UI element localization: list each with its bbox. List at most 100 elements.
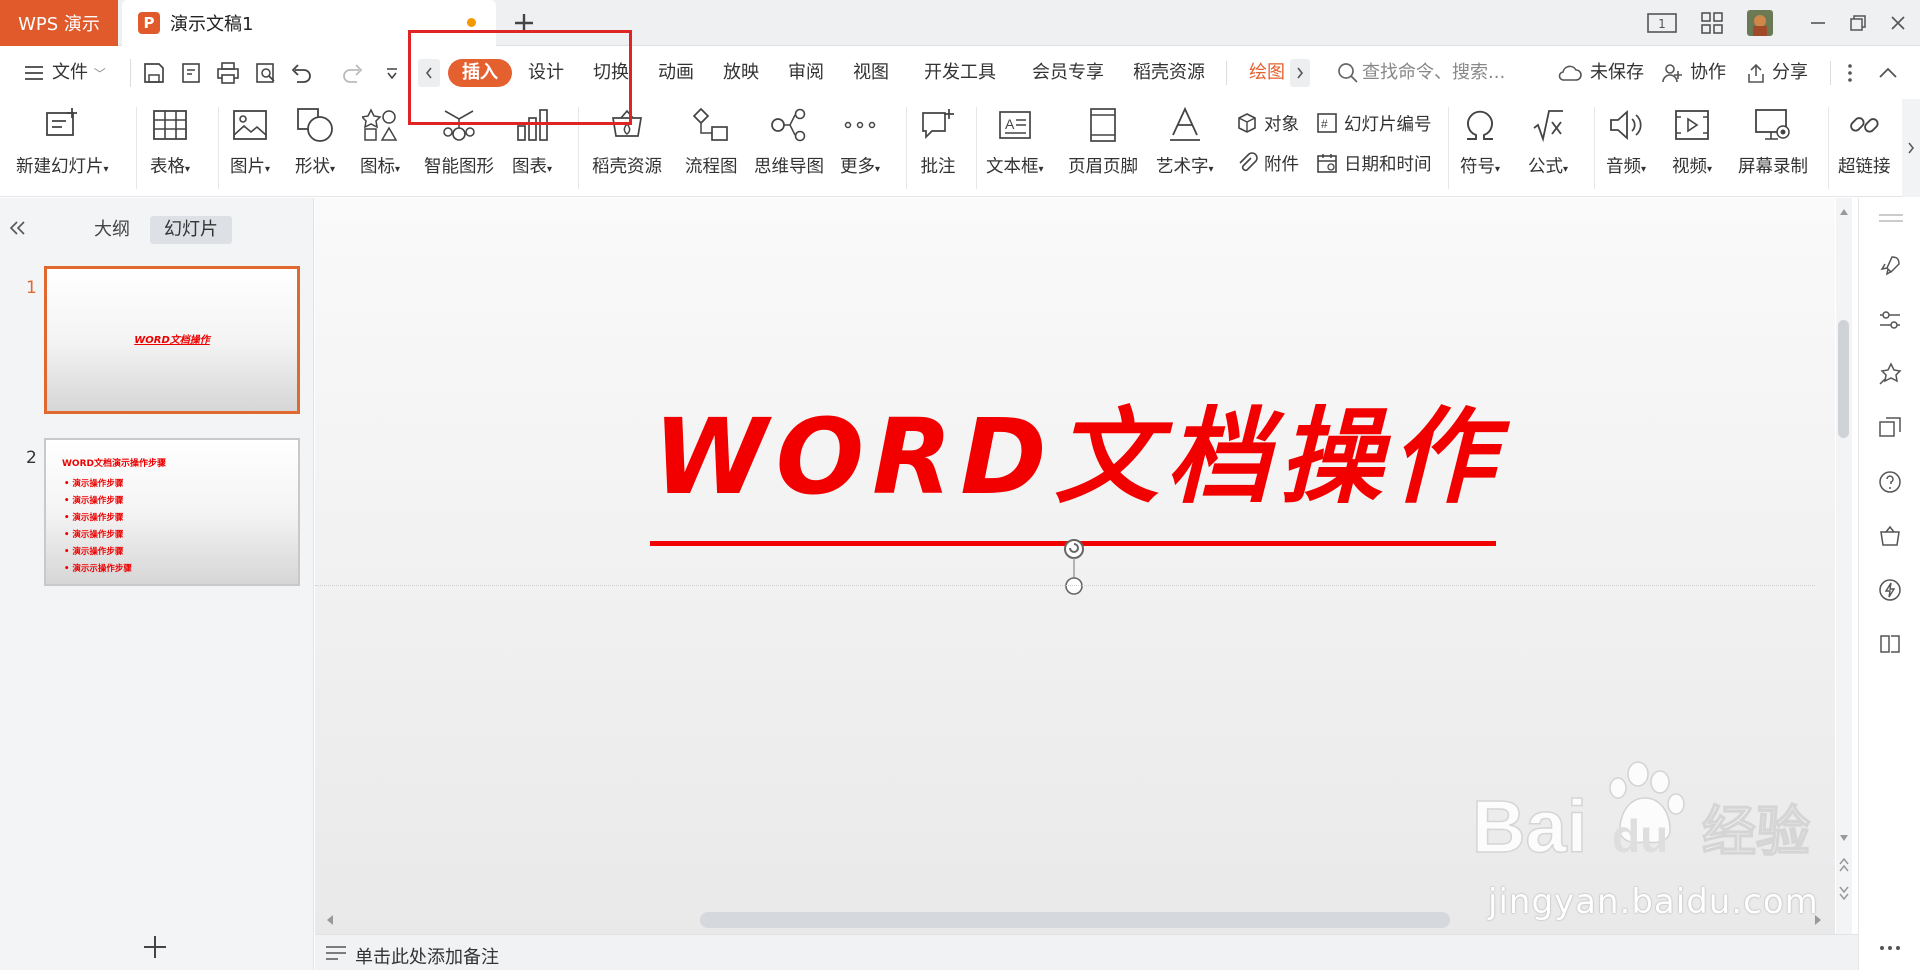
presentation-icon: P	[138, 12, 160, 34]
hamburger-icon[interactable]	[20, 59, 48, 87]
mindmap-icon	[769, 105, 809, 145]
ribbon-scroll-right-icon[interactable]	[1902, 99, 1920, 197]
word-art-button[interactable]: 艺术字▾	[1156, 105, 1214, 178]
right-sidebar	[1858, 198, 1920, 970]
grid-view-icon[interactable]	[1696, 8, 1728, 38]
print-icon[interactable]	[214, 59, 242, 87]
audio-button[interactable]: 音频▾	[1606, 105, 1646, 178]
slide-number-label: 幻灯片编号	[1344, 114, 1432, 135]
tab-review[interactable]: 审阅	[788, 58, 824, 88]
screen-record-label: 屏幕录制	[1738, 157, 1808, 177]
object-label: 对象	[1264, 114, 1299, 135]
collaborate-button[interactable]: 协作	[1690, 58, 1726, 88]
scroll-right-icon[interactable]	[1290, 59, 1310, 87]
slide-thumbnail-2[interactable]: WORD文档演示操作步骤 • 演示操作步骤 • 演示操作步骤 • 演示操作步骤 …	[44, 438, 300, 586]
unsaved-status[interactable]: 未保存	[1590, 58, 1644, 88]
redo-icon[interactable]	[338, 59, 366, 87]
tab-membership[interactable]: 会员专享	[1032, 58, 1104, 88]
docer-store-icon[interactable]	[1876, 522, 1904, 550]
collapse-panel-icon[interactable]	[8, 220, 28, 236]
avatar[interactable]	[1744, 8, 1776, 38]
tab-docer[interactable]: 稻壳资源	[1133, 58, 1205, 88]
screen-record-button[interactable]: 屏幕录制	[1738, 105, 1808, 178]
book-icon[interactable]	[1876, 630, 1904, 658]
close-icon[interactable]	[1882, 8, 1914, 38]
next-slide-icon[interactable]	[1839, 886, 1849, 900]
header-footer-icon	[1083, 105, 1123, 145]
object-button[interactable]: 对象	[1234, 109, 1299, 137]
more-button[interactable]: 更多▾	[840, 105, 880, 178]
tab-view[interactable]: 视图	[853, 58, 889, 88]
slide-thumbnail-1[interactable]: WORD文档操作	[44, 266, 300, 414]
slide-title[interactable]: WORD文档操作	[653, 405, 1503, 509]
file-menu[interactable]: 文件 ﹀	[52, 58, 106, 88]
tab-developer[interactable]: 开发工具	[924, 58, 996, 88]
adjust-icon[interactable]	[1876, 306, 1904, 334]
tab-drawing[interactable]: 绘图	[1249, 58, 1285, 88]
table-button[interactable]: 表格▾	[150, 105, 190, 178]
lightning-icon[interactable]	[1876, 576, 1904, 604]
slide-number-button[interactable]: # 幻灯片编号	[1314, 109, 1432, 137]
symbol-button[interactable]: 符号▾	[1460, 105, 1500, 178]
picture-button[interactable]: 图片▾	[230, 105, 270, 178]
icon-button[interactable]: 图标▾	[360, 105, 400, 178]
formula-icon	[1528, 105, 1568, 145]
collapse-ribbon-icon[interactable]	[1874, 59, 1902, 87]
textbox-icon: A	[995, 105, 1035, 145]
comment-button[interactable]: 批注	[918, 105, 958, 178]
app-tab[interactable]: WPS 演示	[0, 0, 118, 46]
print-preview-icon[interactable]	[252, 59, 280, 87]
formula-button[interactable]: 公式▾	[1528, 105, 1568, 178]
notes-placeholder[interactable]: 单击此处添加备注	[355, 943, 499, 969]
vscroll-up-icon[interactable]	[1839, 208, 1849, 216]
date-time-button[interactable]: 日期和时间	[1314, 149, 1432, 177]
vscroll-down-icon[interactable]	[1839, 834, 1849, 842]
vertical-scrollbar[interactable]	[1836, 198, 1852, 934]
customize-toolbar-icon[interactable]	[378, 59, 406, 87]
add-slide-button[interactable]	[142, 934, 168, 960]
export-pdf-icon[interactable]	[178, 59, 206, 87]
shape-button[interactable]: 形状▾	[295, 105, 335, 178]
tab-animation[interactable]: 动画	[658, 58, 694, 88]
more-options-icon[interactable]	[1836, 59, 1864, 87]
help-icon[interactable]	[1876, 468, 1904, 496]
slide-number: 2	[26, 448, 37, 468]
icon-library-icon	[360, 105, 400, 145]
search-icon[interactable]	[1334, 59, 1362, 87]
picture-label: 图片	[230, 157, 265, 177]
textbox-button[interactable]: A 文本框▾	[986, 105, 1044, 178]
flowchart-button[interactable]: 流程图	[685, 105, 738, 178]
hyperlink-button[interactable]: 超链接	[1838, 105, 1891, 178]
header-footer-button[interactable]: 页眉页脚	[1068, 105, 1138, 178]
restore-icon[interactable]	[1842, 8, 1874, 38]
tab-outline[interactable]: 大纲	[82, 216, 142, 244]
search-input[interactable]: 查找命令、搜索...	[1362, 58, 1505, 88]
more-icon	[840, 105, 880, 145]
transition-icon[interactable]	[1876, 414, 1904, 442]
view-mode-icon[interactable]: 1	[1646, 8, 1678, 38]
collaborate-icon	[1658, 59, 1686, 87]
tab-slides[interactable]: 幻灯片	[150, 216, 232, 244]
undo-icon[interactable]	[288, 59, 316, 87]
more-label: 更多	[840, 157, 875, 177]
save-icon[interactable]	[140, 59, 168, 87]
horizontal-scroll-thumb[interactable]	[700, 912, 1450, 928]
attachment-button[interactable]: 附件	[1234, 149, 1299, 177]
new-slide-button[interactable]: 新建幻灯片▾	[16, 105, 109, 178]
animation-star-icon[interactable]	[1876, 360, 1904, 388]
sidebar-more-icon[interactable]	[1876, 934, 1904, 962]
mindmap-button[interactable]: 思维导图	[754, 105, 824, 178]
tab-slideshow[interactable]: 放映	[723, 58, 759, 88]
video-button[interactable]: 视频▾	[1672, 105, 1712, 178]
rocket-icon[interactable]	[1876, 252, 1904, 280]
vertical-scroll-thumb[interactable]	[1838, 320, 1849, 438]
hscroll-left-icon[interactable]	[325, 914, 335, 926]
ribbon-toolbar: 新建幻灯片▾ 表格▾ 图片▾ 形状▾ 图标▾ 智能图形 图表▾ 稻壳资源 流程图…	[0, 99, 1920, 197]
shape-icon	[295, 105, 335, 145]
prev-slide-icon[interactable]	[1839, 858, 1849, 872]
rotate-handle-icon[interactable]	[1061, 536, 1087, 596]
annotation-highlight-box	[408, 30, 632, 125]
notes-bar[interactable]: 单击此处添加备注	[315, 934, 1858, 970]
share-button[interactable]: 分享	[1772, 58, 1808, 88]
minimize-icon[interactable]	[1802, 8, 1834, 38]
